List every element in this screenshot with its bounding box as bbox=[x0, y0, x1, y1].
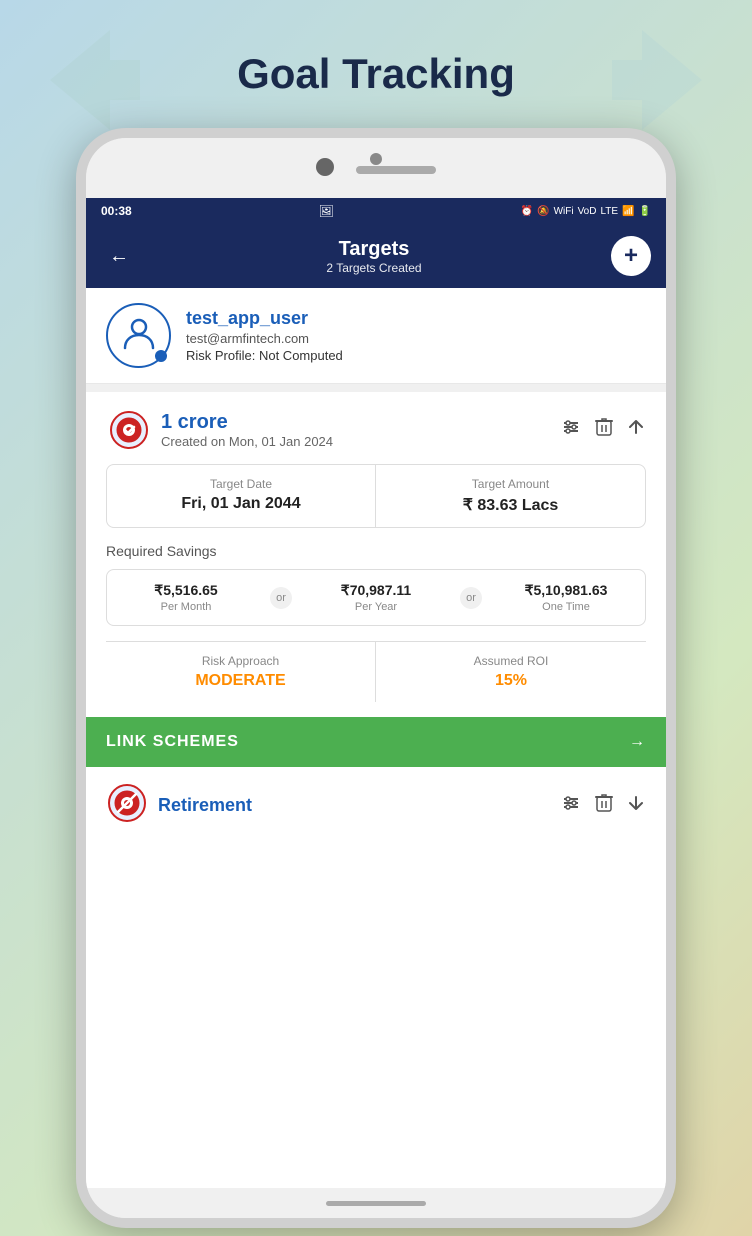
goal-target-icon bbox=[106, 407, 151, 452]
risk-approach-cell: Risk Approach MODERATE bbox=[106, 642, 376, 702]
user-info: test_app_user test@armfintech.com Risk P… bbox=[186, 308, 343, 363]
front-camera bbox=[316, 158, 334, 176]
status-icons: ⏰ 🔕 WiFi VoD LTE 📶 🔋 bbox=[521, 206, 651, 217]
add-target-button[interactable]: + bbox=[611, 236, 651, 276]
phone-speaker bbox=[356, 166, 436, 174]
status-bar: 00:38 🖼 ⏰ 🔕 WiFi VoD LTE 📶 🔋 bbox=[86, 198, 666, 224]
phone-mockup: 00:38 🖼 ⏰ 🔕 WiFi VoD LTE 📶 🔋 ← Targets 2… bbox=[76, 128, 676, 1228]
one-time-amount: ₹5,10,981.63 bbox=[495, 582, 637, 599]
delete-icon[interactable] bbox=[594, 416, 614, 443]
per-month-label: Per Month bbox=[115, 601, 257, 613]
user-profile-section: test_app_user test@armfintech.com Risk P… bbox=[86, 288, 666, 384]
or-divider-1: or bbox=[265, 587, 297, 609]
goal2-title: Retirement bbox=[158, 795, 252, 816]
section-divider bbox=[86, 384, 666, 392]
phone-top-bezel bbox=[86, 138, 666, 198]
app-bar-center: Targets 2 Targets Created bbox=[137, 238, 611, 275]
status-photo-icon: 🖼 bbox=[319, 204, 334, 218]
signal-icon: 📶 bbox=[622, 206, 634, 217]
wifi-icon: WiFi bbox=[554, 206, 574, 217]
risk-approach-label: Risk Approach bbox=[121, 654, 360, 668]
app-bar-subtitle: 2 Targets Created bbox=[137, 261, 611, 275]
link-schemes-arrow: → bbox=[629, 733, 646, 751]
per-month-amount: ₹5,516.65 bbox=[115, 582, 257, 599]
target-info-grid: Target Date Fri, 01 Jan 2044 Target Amou… bbox=[106, 464, 646, 528]
battery-icon: 🔋 bbox=[639, 206, 651, 217]
per-year-amount: ₹70,987.11 bbox=[305, 582, 447, 599]
back-button[interactable]: ← bbox=[101, 238, 137, 274]
up-arrow-icon[interactable] bbox=[626, 417, 646, 442]
risk-profile: Risk Profile: Not Computed bbox=[186, 348, 343, 363]
target-amount-value: ₹ 83.63 Lacs bbox=[391, 495, 630, 515]
goal-card-1: 1 crore Created on Mon, 01 Jan 2024 bbox=[86, 392, 666, 717]
phone-content: test_app_user test@armfintech.com Risk P… bbox=[86, 288, 666, 1188]
user-email: test@armfintech.com bbox=[186, 331, 343, 346]
assumed-roi-label: Assumed ROI bbox=[391, 654, 631, 668]
one-time-label: One Time bbox=[495, 601, 637, 613]
app-bar-title: Targets bbox=[137, 238, 611, 261]
risk-roi-grid: Risk Approach MODERATE Assumed ROI 15% bbox=[106, 641, 646, 702]
goal2-left: Retirement bbox=[106, 782, 252, 829]
goal2-down-arrow-icon[interactable] bbox=[626, 793, 646, 818]
app-bar: ← Targets 2 Targets Created + bbox=[86, 224, 666, 288]
risk-approach-value: MODERATE bbox=[121, 672, 360, 690]
or-label-2: or bbox=[460, 587, 482, 609]
volte-icon: VoD bbox=[578, 206, 597, 217]
retirement-target-icon bbox=[106, 782, 148, 829]
target-amount-cell: Target Amount ₹ 83.63 Lacs bbox=[376, 465, 645, 527]
settings-icon[interactable] bbox=[560, 416, 582, 443]
alarm-icon: ⏰ bbox=[521, 206, 533, 217]
per-year-label: Per Year bbox=[305, 601, 447, 613]
side-button-left bbox=[76, 258, 78, 298]
target-date-cell: Target Date Fri, 01 Jan 2044 bbox=[107, 465, 376, 527]
goal-header-left: 1 crore Created on Mon, 01 Jan 2024 bbox=[106, 407, 333, 452]
phone-camera bbox=[370, 153, 382, 165]
per-month-cell: ₹5,516.65 Per Month bbox=[107, 570, 265, 625]
goal2-actions bbox=[560, 792, 646, 819]
avatar bbox=[106, 303, 171, 368]
assumed-roi-cell: Assumed ROI 15% bbox=[376, 642, 646, 702]
username: test_app_user bbox=[186, 308, 343, 329]
goal-title-group: 1 crore Created on Mon, 01 Jan 2024 bbox=[161, 411, 333, 449]
goal2-settings-icon[interactable] bbox=[560, 792, 582, 819]
goal2-delete-icon[interactable] bbox=[594, 792, 614, 819]
link-schemes-label: LINK SCHEMES bbox=[106, 733, 239, 751]
or-divider-2: or bbox=[455, 587, 487, 609]
mute-icon: 🔕 bbox=[537, 206, 549, 217]
target-amount-label: Target Amount bbox=[391, 477, 630, 491]
avatar-dot bbox=[155, 350, 167, 362]
goal-header: 1 crore Created on Mon, 01 Jan 2024 bbox=[106, 407, 646, 452]
target-date-label: Target Date bbox=[122, 477, 360, 491]
home-indicator bbox=[326, 1201, 426, 1206]
goal-created-date: Created on Mon, 01 Jan 2024 bbox=[161, 434, 333, 449]
side-button-right bbox=[674, 238, 676, 298]
savings-grid: ₹5,516.65 Per Month or ₹70,987.11 Per Ye… bbox=[106, 569, 646, 626]
status-time: 00:38 bbox=[101, 204, 132, 218]
goal-actions bbox=[560, 416, 646, 443]
target-date-value: Fri, 01 Jan 2044 bbox=[122, 495, 360, 513]
link-schemes-button[interactable]: LINK SCHEMES → bbox=[86, 717, 666, 767]
required-savings-label: Required Savings bbox=[106, 543, 646, 559]
per-year-cell: ₹70,987.11 Per Year bbox=[297, 570, 455, 625]
goal-title: 1 crore bbox=[161, 411, 333, 434]
phone-bottom-bezel bbox=[86, 1188, 666, 1218]
lte-icon: LTE bbox=[600, 206, 618, 217]
or-label-1: or bbox=[270, 587, 292, 609]
assumed-roi-value: 15% bbox=[391, 672, 631, 690]
goal-card-2: Retirement bbox=[86, 767, 666, 844]
one-time-cell: ₹5,10,981.63 One Time bbox=[487, 570, 645, 625]
page-title: Goal Tracking bbox=[237, 50, 515, 98]
user-icon bbox=[121, 314, 157, 358]
